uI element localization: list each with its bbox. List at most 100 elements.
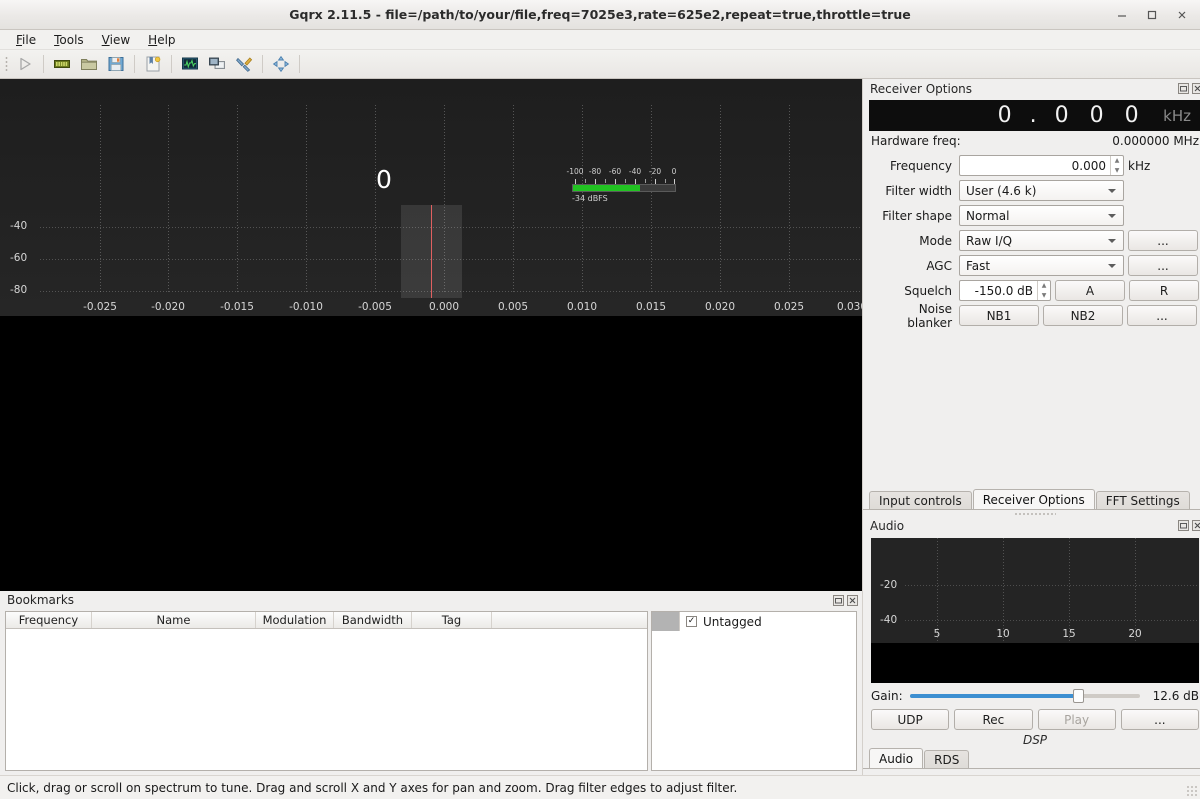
start-dsp-button[interactable]: [12, 52, 38, 77]
udp-button[interactable]: UDP: [871, 709, 949, 730]
dsp-settings-button[interactable]: [231, 52, 257, 77]
freq-digit-0[interactable]: 0: [987, 103, 1022, 128]
meter-tick-label: -80: [589, 167, 601, 176]
close-icon[interactable]: [1191, 83, 1200, 95]
float-icon[interactable]: [832, 594, 844, 606]
agc-select[interactable]: Fast: [959, 255, 1124, 276]
gain-slider-knob[interactable]: [1073, 689, 1084, 703]
grid-line-v: [375, 105, 376, 294]
close-icon[interactable]: [1168, 2, 1196, 28]
iq-recording-button[interactable]: [177, 52, 203, 77]
bookmarks-tags-list[interactable]: ✓ Untagged: [651, 611, 857, 771]
tab-rds[interactable]: RDS: [924, 750, 969, 769]
tag-color-swatch[interactable]: [652, 612, 680, 631]
frequency-input-value: 0.000: [966, 159, 1110, 173]
squelch-auto-button[interactable]: A: [1055, 280, 1125, 301]
menu-file[interactable]: File: [8, 31, 44, 49]
menu-help[interactable]: Help: [140, 31, 183, 49]
filter-shape-row: Filter shape Normal: [871, 205, 1199, 226]
maximize-icon[interactable]: [1138, 2, 1166, 28]
nb1-button[interactable]: NB1: [959, 305, 1039, 326]
column-header-modulation[interactable]: Modulation: [256, 612, 334, 628]
resize-grip[interactable]: [1186, 785, 1198, 797]
menu-tools[interactable]: Tools: [46, 31, 92, 49]
minimize-icon[interactable]: [1108, 2, 1136, 28]
meter-tick-label: -20: [649, 167, 661, 176]
menu-help-label: elp: [157, 33, 175, 47]
frequency-input[interactable]: 0.000 ▲▼: [959, 155, 1124, 176]
center-frequency-line[interactable]: [431, 205, 432, 298]
gain-label: Gain:: [871, 689, 903, 703]
nb2-button[interactable]: NB2: [1043, 305, 1123, 326]
filter-shape-value: Normal: [966, 209, 1009, 223]
gain-slider[interactable]: [910, 689, 1140, 703]
bookmarks-button[interactable]: [140, 52, 166, 77]
tag-item-body[interactable]: ✓ Untagged: [680, 615, 856, 629]
signal-meter-value: -34 dBFS: [572, 194, 676, 203]
freq-decimal-point: .: [1022, 103, 1044, 128]
frequency-stepper[interactable]: ▲▼: [1110, 156, 1123, 175]
float-icon[interactable]: [1177, 83, 1189, 95]
audio-gain-row: Gain: 12.6 dB: [863, 683, 1200, 703]
tab-input-controls[interactable]: Input controls: [869, 491, 972, 510]
grid-line-v: [168, 105, 169, 294]
receiver-options-title: Receiver Options: [870, 82, 972, 96]
tab-audio[interactable]: Audio: [869, 748, 923, 769]
configure-device-button[interactable]: [49, 52, 75, 77]
menu-view[interactable]: View: [94, 31, 138, 49]
audio-fft-area: [871, 538, 1199, 643]
frequency-label: Frequency: [871, 159, 955, 173]
frequency-display[interactable]: 0 . 0 0 0 kHz: [869, 100, 1200, 131]
tab-receiver-options[interactable]: Receiver Options: [973, 489, 1095, 510]
close-icon[interactable]: [1191, 520, 1200, 532]
bookmarks-table[interactable]: Frequency Name Modulation Bandwidth Tag: [5, 611, 648, 771]
gain-value: 12.6 dB: [1147, 689, 1199, 703]
spectrum-plotter[interactable]: 0 -40 -60 -80 -0.025 -0.020 -0.015 -0.01…: [0, 79, 862, 591]
fft-display[interactable]: 0 -40 -60 -80 -0.025 -0.020 -0.015 -0.01…: [0, 79, 862, 316]
squelch-stepper[interactable]: ▲▼: [1037, 281, 1050, 300]
toolbar-separator: [134, 55, 135, 73]
waterfall-display[interactable]: [0, 316, 862, 591]
squelch-value: -150.0 dB: [966, 284, 1037, 298]
fullscreen-button[interactable]: [268, 52, 294, 77]
tab-fft-settings[interactable]: FFT Settings: [1096, 491, 1190, 510]
bookmarks-table-rows[interactable]: [6, 629, 647, 770]
meter-tick-label: 0: [672, 167, 677, 176]
column-header-tag[interactable]: Tag: [412, 612, 492, 628]
squelch-reset-button[interactable]: R: [1129, 280, 1199, 301]
rec-button[interactable]: Rec: [954, 709, 1032, 730]
freq-digit-3[interactable]: 0: [1114, 103, 1149, 128]
toolbar-separator: [299, 55, 300, 73]
column-header-name[interactable]: Name: [92, 612, 256, 628]
dsp-section-label: DSP: [863, 730, 1200, 747]
freq-digit-1[interactable]: 0: [1044, 103, 1079, 128]
audio-spectrum-plot[interactable]: -20 -40 5 10 15 20: [871, 538, 1199, 683]
tag-checkbox[interactable]: ✓: [686, 616, 697, 627]
save-settings-button[interactable]: [103, 52, 129, 77]
squelch-input[interactable]: -150.0 dB ▲▼: [959, 280, 1051, 301]
toolbar-drag-handle[interactable]: [2, 53, 11, 75]
float-icon[interactable]: [1177, 520, 1189, 532]
menu-tools-label: ools: [59, 33, 83, 47]
column-header-bandwidth[interactable]: Bandwidth: [334, 612, 412, 628]
column-header-frequency[interactable]: Frequency: [6, 612, 92, 628]
signal-meter-fill: [573, 185, 640, 191]
noise-blanker-options-button[interactable]: ...: [1127, 305, 1197, 326]
x-tick: -0.005: [358, 301, 392, 313]
load-settings-button[interactable]: [76, 52, 102, 77]
x-tick: -0.025: [83, 301, 117, 313]
agc-options-button[interactable]: ...: [1128, 255, 1198, 276]
remote-control-button[interactable]: [204, 52, 230, 77]
filter-width-select[interactable]: User (4.6 k): [959, 180, 1124, 201]
close-icon[interactable]: [846, 594, 858, 606]
bookmarks-table-header: Frequency Name Modulation Bandwidth Tag: [6, 612, 647, 629]
left-column: 0 -40 -60 -80 -0.025 -0.020 -0.015 -0.01…: [0, 79, 862, 775]
tag-list-item[interactable]: ✓ Untagged: [652, 612, 856, 631]
mode-select[interactable]: Raw I/Q: [959, 230, 1124, 251]
title-bar: Gqrx 2.11.5 - file=/path/to/your/file,fr…: [0, 0, 1200, 30]
audio-y-tick: -40: [880, 614, 897, 626]
audio-options-button[interactable]: ...: [1121, 709, 1199, 730]
freq-digit-2[interactable]: 0: [1079, 103, 1114, 128]
filter-shape-select[interactable]: Normal: [959, 205, 1124, 226]
mode-options-button[interactable]: ...: [1128, 230, 1198, 251]
